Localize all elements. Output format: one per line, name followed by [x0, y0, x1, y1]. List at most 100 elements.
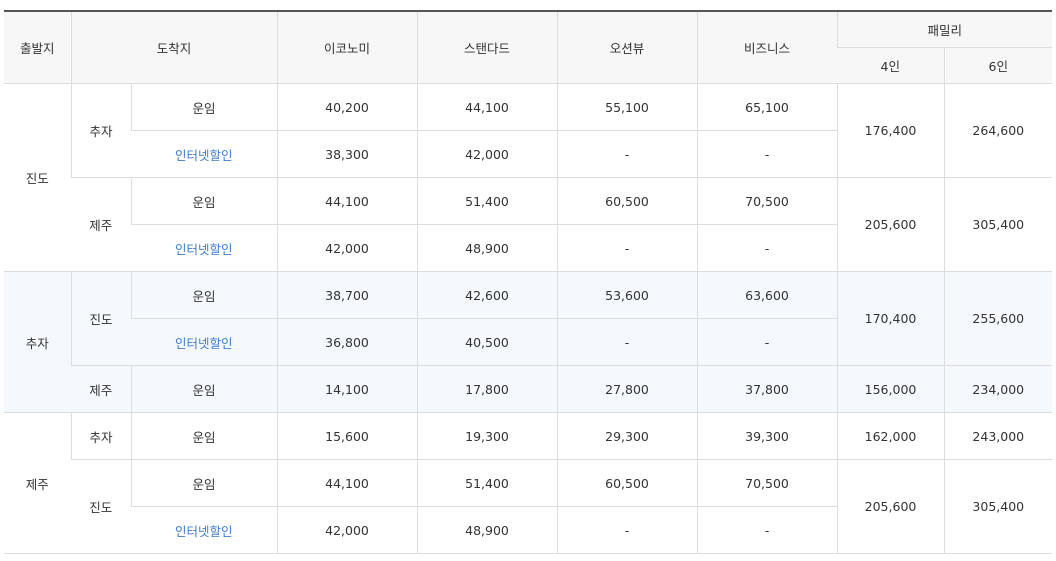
- family-4-fare-cell: 162,000: [836, 412, 945, 460]
- business-fare-cell: 65,100: [696, 83, 838, 131]
- header-business: 비즈니스: [696, 11, 838, 84]
- business-fare-cell: -: [696, 318, 838, 366]
- fare-type-label: 운임: [192, 288, 216, 304]
- business-fare-cell: 70,500: [696, 459, 838, 507]
- standard-fare-cell: 19,300: [416, 412, 558, 460]
- header-ocean-view: 오션뷰: [556, 11, 698, 84]
- fare-type-label: 운임: [192, 194, 216, 210]
- family-6-fare-cell: 305,400: [943, 459, 1053, 554]
- header-standard: 스탠다드: [416, 11, 558, 84]
- business-fare-cell: -: [696, 224, 838, 272]
- header-arrival: 도착지: [70, 11, 278, 84]
- table-row: 제주 운임 44,100 51,400 60,500 70,500 205,600 305,4…: [4, 177, 1053, 272]
- fare-type-label: 운임: [192, 429, 216, 445]
- standard-fare-cell: 48,900: [416, 506, 558, 554]
- fare-type-cell: 운임: [130, 365, 278, 413]
- header-economy: 이코노미: [276, 11, 418, 84]
- business-fare-cell: 70,500: [696, 177, 838, 225]
- economy-fare-cell: 15,600: [276, 412, 418, 460]
- internet-discount-cell: 인터넷할인: [131, 318, 278, 366]
- business-fare-cell: 63,600: [696, 271, 838, 319]
- departure-cell: 추자: [4, 271, 71, 413]
- family-6-fare-cell: 305,400: [943, 177, 1053, 272]
- arrival-cell: 제주: [71, 177, 131, 272]
- ocean-view-fare-cell: 27,800: [556, 365, 698, 413]
- fare-type-cell: 운임: [130, 177, 278, 225]
- economy-fare-cell: 42,000: [276, 224, 418, 272]
- fare-type-cell: 운임: [130, 83, 278, 131]
- arrival-cell: 진도: [71, 459, 131, 554]
- header-family: 패밀리: [836, 11, 1053, 48]
- economy-fare-cell: 40,200: [276, 83, 418, 131]
- fare-table: 출발지 도착지 이코노미 스탠다드 오션뷰 비즈니스 패밀리 4인 6인 진도 추…: [4, 10, 1053, 554]
- internet-discount-link[interactable]: 인터넷할인: [175, 524, 233, 539]
- standard-fare-cell: 51,400: [416, 459, 558, 507]
- family-4-fare-cell: 176,400: [836, 83, 945, 178]
- arrival-cell: 추자: [70, 83, 131, 178]
- fare-type-cell: 운임: [130, 271, 278, 319]
- economy-fare-cell: 14,100: [276, 365, 418, 413]
- standard-fare-cell: 42,600: [416, 271, 558, 319]
- fare-type-cell: 운임: [130, 412, 278, 460]
- economy-fare-cell: 42,000: [276, 506, 418, 554]
- family-6-fare-cell: 234,000: [943, 365, 1053, 413]
- standard-fare-cell: 48,900: [416, 224, 558, 272]
- table-row: 진도 운임 44,100 51,400 60,500 70,500 205,600 305,4…: [4, 459, 1053, 554]
- internet-discount-cell: 인터넷할인: [131, 224, 278, 272]
- fare-type-cell: 운임: [130, 459, 278, 507]
- ocean-view-fare-cell: 60,500: [556, 177, 698, 225]
- standard-fare-cell: 44,100: [416, 83, 558, 131]
- header-family-6: 6인: [943, 47, 1053, 84]
- ocean-view-fare-cell: 29,300: [556, 412, 698, 460]
- ocean-view-fare-cell: 55,100: [556, 83, 698, 131]
- internet-discount-cell: 인터넷할인: [131, 130, 278, 178]
- table-header: 출발지 도착지 이코노미 스탠다드 오션뷰 비즈니스 패밀리 4인 6인: [4, 11, 1053, 84]
- ocean-view-fare-cell: -: [556, 318, 698, 366]
- ocean-view-fare-cell: -: [556, 224, 698, 272]
- ocean-view-fare-cell: -: [556, 130, 698, 178]
- economy-fare-cell: 44,100: [276, 459, 418, 507]
- family-4-fare-cell: 205,600: [836, 459, 945, 554]
- business-fare-cell: -: [696, 130, 838, 178]
- departure-cell: 진도: [4, 83, 71, 272]
- economy-fare-cell: 44,100: [276, 177, 418, 225]
- internet-discount-link[interactable]: 인터넷할인: [175, 336, 233, 351]
- business-fare-cell: -: [696, 506, 838, 554]
- arrival-cell: 진도: [70, 271, 131, 366]
- table-body: 진도 추자 운임 40,200 44,100 55,100 65,100 176,400 264…: [4, 83, 1053, 554]
- table-row: 추자 진도 운임 38,700 42,600 53,600 63,600 170,400 255…: [4, 271, 1053, 413]
- internet-discount-cell: 인터넷할인: [131, 506, 278, 554]
- family-6-fare-cell: 243,000: [943, 412, 1053, 460]
- ocean-view-fare-cell: 53,600: [556, 271, 698, 319]
- economy-fare-cell: 36,800: [276, 318, 418, 366]
- table-row: 진도 추자 운임 40,200 44,100 55,100 65,100 176,400 264…: [4, 83, 1053, 272]
- table-row: 제주 운임 14,100 17,800 27,800 37,800 156,000 234,0…: [4, 365, 1053, 413]
- family-6-fare-cell: 255,600: [943, 271, 1053, 366]
- arrival-cell: 추자: [70, 412, 131, 460]
- standard-fare-cell: 17,800: [416, 365, 558, 413]
- fare-type-label: 운임: [192, 476, 216, 492]
- internet-discount-link[interactable]: 인터넷할인: [175, 148, 233, 163]
- ocean-view-fare-cell: -: [556, 506, 698, 554]
- fare-table-container: 출발지 도착지 이코노미 스탠다드 오션뷰 비즈니스 패밀리 4인 6인 진도 추…: [0, 0, 1056, 554]
- family-4-fare-cell: 205,600: [836, 177, 945, 272]
- fare-type-label: 운임: [192, 382, 216, 398]
- economy-fare-cell: 38,300: [276, 130, 418, 178]
- family-4-fare-cell: 156,000: [836, 365, 945, 413]
- business-fare-cell: 39,300: [696, 412, 838, 460]
- ocean-view-fare-cell: 60,500: [556, 459, 698, 507]
- arrival-cell: 제주: [71, 365, 131, 413]
- internet-discount-link[interactable]: 인터넷할인: [175, 242, 233, 257]
- standard-fare-cell: 51,400: [416, 177, 558, 225]
- departure-cell: 제주: [4, 412, 71, 554]
- family-6-fare-cell: 264,600: [943, 83, 1053, 178]
- header-departure: 출발지: [4, 11, 71, 84]
- standard-fare-cell: 42,000: [416, 130, 558, 178]
- family-4-fare-cell: 170,400: [836, 271, 945, 366]
- fare-type-label: 운임: [192, 100, 216, 116]
- table-row: 제주 추자 운임 15,600 19,300 29,300 39,300 162,000 243…: [4, 412, 1053, 554]
- standard-fare-cell: 40,500: [416, 318, 558, 366]
- business-fare-cell: 37,800: [696, 365, 838, 413]
- economy-fare-cell: 38,700: [276, 271, 418, 319]
- header-family-4: 4인: [837, 47, 945, 84]
